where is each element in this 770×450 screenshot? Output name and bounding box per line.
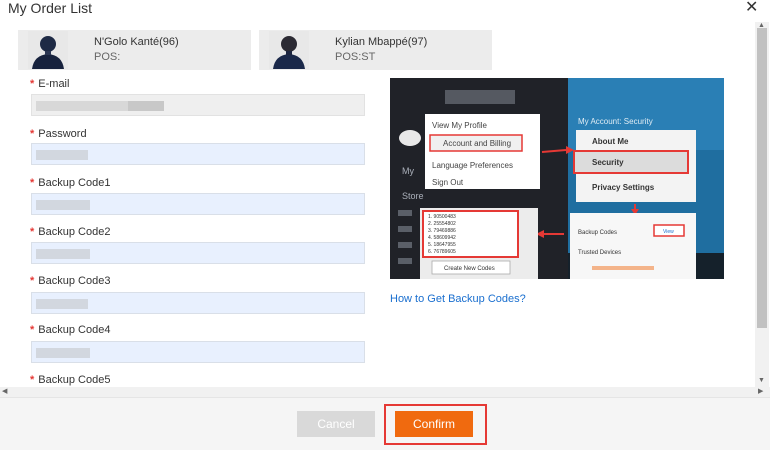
backup-code2-field[interactable]	[31, 242, 365, 264]
backup-codes-label: Backup Codes	[578, 230, 617, 236]
player-position: POS:	[94, 51, 121, 63]
backup-code1-field[interactable]	[31, 193, 365, 215]
required-mark: *	[30, 275, 35, 287]
player-card: N'Golo Kanté(96) POS:	[18, 30, 251, 70]
view-label: View	[663, 229, 674, 235]
masked-value	[128, 101, 164, 111]
required-mark: *	[30, 374, 35, 386]
code-2: 2. 25554802	[428, 221, 456, 227]
code-3: 3. 79469886	[428, 228, 456, 234]
scroll-down-icon[interactable]: ▼	[758, 377, 765, 384]
backup-code1-label: * Backup Code1	[30, 177, 110, 189]
masked-value	[36, 101, 128, 111]
dialog-footer: Cancel Confirm	[0, 397, 770, 450]
email-label: * E-mail	[30, 78, 69, 90]
cancel-button[interactable]: Cancel	[297, 411, 375, 437]
masked-value	[36, 299, 88, 309]
account-security: Security	[592, 158, 624, 167]
password-label-text: Password	[38, 128, 87, 140]
account-about-me: About Me	[592, 137, 629, 146]
backup-code3-label-text: Backup Code3	[38, 275, 111, 287]
side-label-store: Store	[402, 191, 424, 201]
masked-value	[36, 200, 90, 210]
backup-code2-label: * Backup Code2	[30, 226, 110, 238]
code-4: 4. 58609942	[428, 235, 456, 241]
player-avatar	[269, 31, 309, 69]
confirm-button[interactable]: Confirm	[395, 411, 473, 437]
account-privacy: Privacy Settings	[592, 183, 655, 192]
code-6: 6. 76789605	[428, 249, 456, 255]
horizontal-scrollbar[interactable]: ◀ ▶	[0, 387, 770, 397]
trusted-devices-label: Trusted Devices	[578, 250, 621, 256]
help-illustration: My Store View My Profile Account and Bil…	[390, 78, 724, 279]
email-label-text: E-mail	[38, 78, 70, 90]
email-field[interactable]	[31, 94, 365, 116]
code-1: 1. 90500483	[428, 214, 456, 220]
masked-value	[36, 249, 90, 259]
menu-view-profile: View My Profile	[432, 121, 488, 130]
backup-code3-label: * Backup Code3	[30, 275, 110, 287]
backup-code4-label: * Backup Code4	[30, 324, 110, 336]
menu-account-billing: Account and Billing	[443, 139, 511, 148]
password-label: * Password	[30, 128, 87, 140]
side-label-my: My	[402, 166, 414, 176]
menu-language: Language Preferences	[432, 161, 513, 170]
masked-value	[36, 150, 88, 160]
close-icon[interactable]: ✕	[745, 0, 758, 17]
account-title: My Account: Security	[578, 117, 653, 126]
required-mark: *	[30, 324, 35, 336]
required-mark: *	[30, 226, 35, 238]
backup-code4-label-text: Backup Code4	[38, 324, 111, 336]
backup-codes-help-image: My Store View My Profile Account and Bil…	[390, 78, 724, 279]
backup-code4-field[interactable]	[31, 341, 365, 363]
required-mark: *	[30, 128, 35, 140]
required-mark: *	[30, 78, 35, 90]
vertical-scrollbar[interactable]: ▲ ▼	[755, 22, 769, 387]
player-name: N'Golo Kanté(96)	[94, 36, 179, 48]
password-field[interactable]	[31, 143, 365, 165]
player-avatar	[28, 31, 68, 69]
order-dialog: My Order List ✕ N'Golo Kanté(96) POS: Ky…	[0, 0, 770, 450]
backup-codes-help-link[interactable]: How to Get Backup Codes?	[390, 293, 526, 305]
scrollbar-thumb[interactable]	[757, 28, 767, 328]
menu-sign-out: Sign Out	[432, 178, 464, 187]
code-5: 5. 18647955	[428, 242, 456, 248]
player-card: Kylian Mbappé(97) POS:ST	[259, 30, 492, 70]
backup-code5-label: * Backup Code5	[30, 374, 110, 386]
masked-value	[36, 348, 90, 358]
dialog-title: My Order List	[8, 0, 93, 16]
dialog-titlebar: My Order List ✕	[0, 0, 770, 20]
create-new-codes-button: Create New Codes	[444, 266, 495, 272]
backup-code2-label-text: Backup Code2	[38, 226, 111, 238]
scroll-right-icon[interactable]: ▶	[758, 387, 763, 395]
backup-code3-field[interactable]	[31, 292, 365, 314]
required-mark: *	[30, 177, 35, 189]
player-position: POS:ST	[335, 51, 376, 63]
scroll-left-icon[interactable]: ◀	[2, 387, 7, 395]
player-name: Kylian Mbappé(97)	[335, 36, 428, 48]
backup-code1-label-text: Backup Code1	[38, 177, 111, 189]
dialog-content[interactable]: N'Golo Kanté(96) POS: Kylian Mbappé(97) …	[0, 22, 755, 387]
backup-code5-label-text: Backup Code5	[38, 374, 111, 386]
